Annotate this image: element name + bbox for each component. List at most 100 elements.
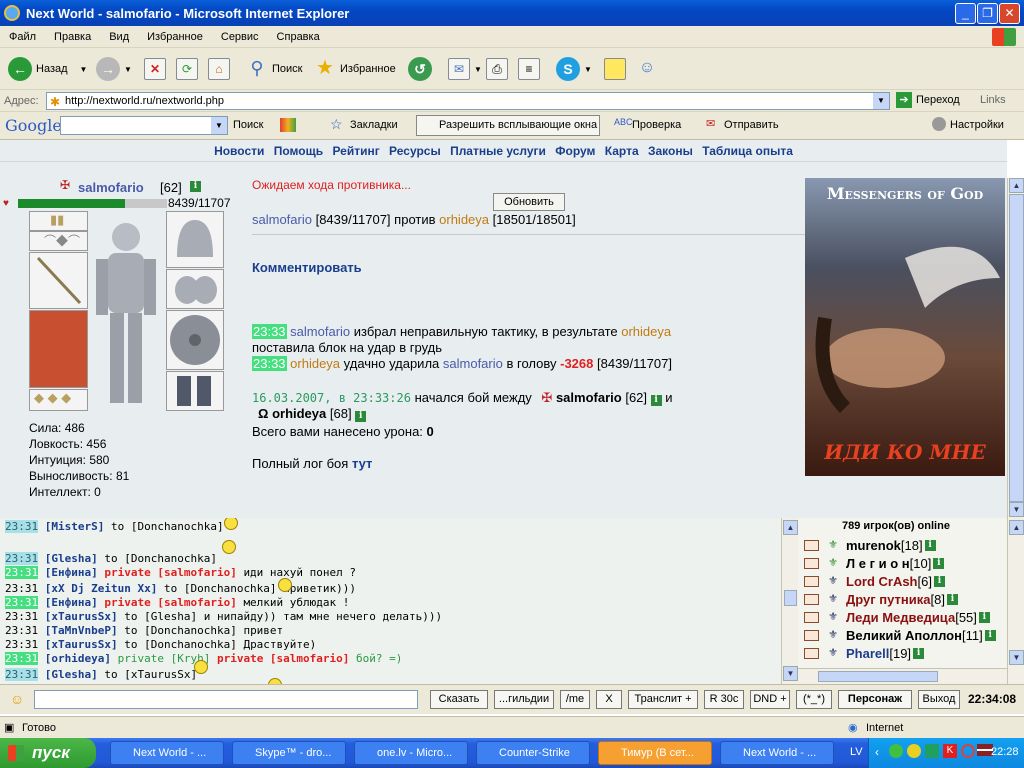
settings-button[interactable]: Настройки <box>950 119 1004 131</box>
info-icon[interactable]: i <box>984 629 996 641</box>
online-user-name[interactable]: Л е г и о н <box>846 556 910 571</box>
close-button[interactable]: ✕ <box>999 3 1020 24</box>
address-dropdown-icon[interactable]: ▼ <box>873 93 889 109</box>
send-button[interactable]: Отправить <box>724 119 779 131</box>
task-nextworld-2[interactable]: Next World - ... <box>720 741 834 765</box>
mail-icon[interactable]: ✉ <box>448 58 470 80</box>
chat-nick[interactable]: [xX Dj Zeitun Xx] <box>45 582 158 595</box>
private-message-icon[interactable] <box>804 575 819 587</box>
weapon-slot[interactable] <box>29 252 88 309</box>
chat-nick[interactable]: [TaMnVnbeP] <box>45 624 118 637</box>
scroll-up-icon[interactable]: ▲ <box>1009 178 1024 193</box>
menu-edit[interactable]: Правка <box>45 31 100 43</box>
boots-slot[interactable] <box>166 371 224 411</box>
forward-button[interactable]: → ▼ <box>96 55 132 83</box>
refresh-rate-button[interactable]: R 30c <box>704 690 744 709</box>
task-onelv[interactable]: one.lv - Micro... <box>354 741 468 765</box>
exit-button[interactable]: Выход <box>918 690 960 709</box>
say-button[interactable]: Сказать <box>430 690 488 709</box>
online-user-name[interactable]: Lord CrAsh <box>846 574 918 589</box>
private-message-icon[interactable] <box>804 647 819 659</box>
favorites-button[interactable]: ★ Избранное <box>314 55 396 83</box>
online-user-name[interactable]: Великий Аполлон <box>846 628 962 643</box>
info-icon[interactable]: i <box>913 647 925 659</box>
scroll-up-icon[interactable]: ▲ <box>783 520 798 535</box>
online-user[interactable]: ⚜ Леди Медведица [55] i <box>804 608 990 626</box>
translit-button[interactable]: Транслит + <box>628 690 698 709</box>
task-timur[interactable]: Тимур (В сет... <box>598 741 712 765</box>
info-icon[interactable]: i <box>933 575 945 587</box>
clear-button[interactable]: X <box>596 690 622 709</box>
stop-icon[interactable]: ✕ <box>144 58 166 80</box>
nav-rating[interactable]: Рейтинг <box>332 144 379 158</box>
nav-resources[interactable]: Ресурсы <box>389 144 441 158</box>
chat-nick[interactable]: [MisterS] <box>45 520 105 533</box>
private-message-icon[interactable] <box>804 557 819 569</box>
shield-slot[interactable] <box>166 310 224 370</box>
online-hscrollbar[interactable] <box>798 668 1007 684</box>
tray-icq-icon[interactable] <box>889 744 903 758</box>
address-input[interactable]: ✱ http://nextworld.ru/nextworld.php ▼ <box>46 92 890 110</box>
smile-button[interactable]: (*_*) <box>796 690 832 709</box>
scroll-down-icon[interactable]: ▼ <box>1009 650 1024 665</box>
dnd-button[interactable]: DND + <box>750 690 790 709</box>
start-button[interactable]: пуск <box>0 738 96 768</box>
comment-link[interactable]: Комментировать <box>252 260 362 275</box>
nav-paid[interactable]: Платные услуги <box>450 144 546 158</box>
player-info-icon[interactable]: i <box>190 181 201 192</box>
gloves-slot[interactable] <box>166 269 224 309</box>
chat-private-target[interactable]: private [salmofario] <box>104 566 236 579</box>
online-user-name[interactable]: Pharell <box>846 646 889 661</box>
scroll-down-icon[interactable]: ▼ <box>1009 502 1024 517</box>
chat-input[interactable] <box>34 690 418 709</box>
ad-banner[interactable]: Messengers of God ИДИ КО МНЕ <box>805 178 1005 476</box>
online-user-name[interactable]: murenok <box>846 538 901 553</box>
menu-tools[interactable]: Сервис <box>212 31 268 43</box>
chat-nick[interactable]: [orhideya] <box>45 652 111 665</box>
nav-laws[interactable]: Законы <box>648 144 693 158</box>
page-scrollbar[interactable]: ▲ ▼ <box>1007 178 1024 518</box>
menu-file[interactable]: Файл <box>0 31 45 43</box>
chat-private-target[interactable]: private [salmofario] <box>104 596 236 609</box>
google-search-button[interactable]: Поиск <box>233 119 263 131</box>
history-icon[interactable]: ↺ <box>408 57 432 81</box>
info-icon[interactable]: i <box>933 557 945 569</box>
google-apps-icon[interactable] <box>280 118 296 132</box>
minimize-button[interactable]: _ <box>955 3 976 24</box>
nav-exp-table[interactable]: Таблица опыта <box>702 144 793 158</box>
task-skype[interactable]: Skype™ - dro... <box>232 741 346 765</box>
menu-favorites[interactable]: Избранное <box>138 31 212 43</box>
messenger-icon[interactable]: ☺ <box>636 58 658 80</box>
info-icon[interactable]: i <box>946 593 958 605</box>
tray-messenger-icon[interactable] <box>907 744 921 758</box>
helmet-slot[interactable] <box>166 211 224 268</box>
nav-news[interactable]: Новости <box>214 144 264 158</box>
nav-forum[interactable]: Форум <box>555 144 595 158</box>
search-button[interactable]: ⚲ Поиск <box>246 55 302 83</box>
home-icon[interactable]: ⌂ <box>208 58 230 80</box>
private-message-icon[interactable] <box>804 593 819 605</box>
scroll-down-icon[interactable]: ▼ <box>783 666 798 681</box>
tray-arrow-icon[interactable]: ‹ <box>875 745 879 759</box>
scroll-thumb[interactable] <box>784 590 797 606</box>
chat-nick[interactable]: [xTaurusSx] <box>45 638 118 651</box>
player-name[interactable]: salmofario <box>78 180 144 195</box>
google-dropdown-icon[interactable]: ▼ <box>211 117 227 134</box>
hscroll-thumb[interactable] <box>818 671 938 682</box>
nav-map[interactable]: Карта <box>605 144 639 158</box>
skype-icon[interactable]: S <box>556 57 580 81</box>
bookmarks-button[interactable]: Закладки <box>350 119 398 131</box>
online-user[interactable]: ⚜ murenok [18] i <box>804 536 936 554</box>
spellcheck-button[interactable]: Проверка <box>632 119 681 131</box>
online-user-name[interactable]: Леди Медведица <box>846 610 955 625</box>
me-button[interactable]: /me <box>560 690 590 709</box>
vs-player2[interactable]: orhideya <box>439 212 489 227</box>
smiley-icon[interactable]: ☺ <box>10 691 24 707</box>
refresh-icon[interactable]: ⟳ <box>176 58 198 80</box>
edit-icon[interactable]: ≡ <box>518 58 540 80</box>
amulet-slot[interactable]: ⌒◆⌒ <box>29 231 88 251</box>
guild-button[interactable]: ...гильдии <box>494 690 554 709</box>
online-scrollbar[interactable]: ▲ ▼ <box>1007 518 1024 684</box>
online-user[interactable]: ⚜ Друг путника [8] i <box>804 590 958 608</box>
ring-slot[interactable]: ▮▮ <box>29 211 88 231</box>
